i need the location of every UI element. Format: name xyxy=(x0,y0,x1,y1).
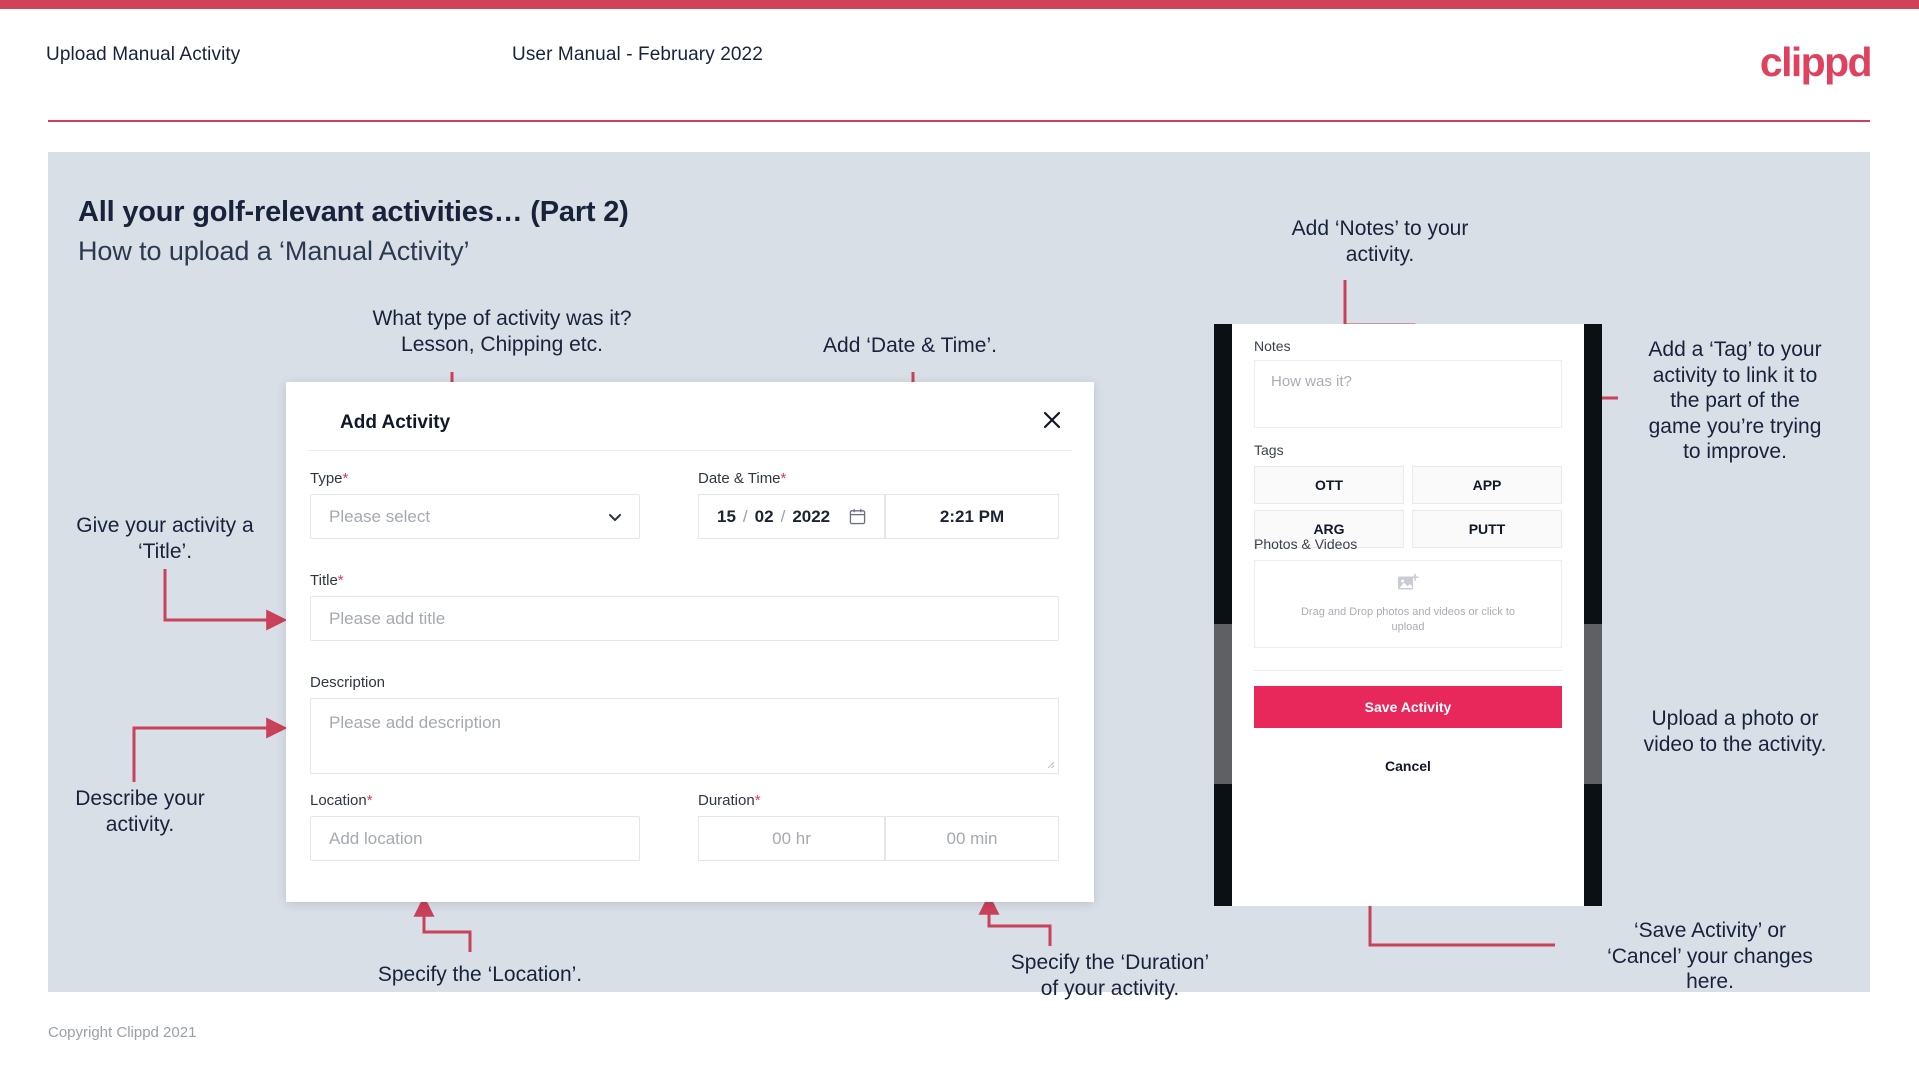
date-day: 15 xyxy=(717,506,736,526)
date-sep-2: / xyxy=(780,506,786,526)
slide-heading: All your golf-relevant activities… (Part… xyxy=(78,196,629,228)
dropzone-text: Drag and Drop photos and videos or click… xyxy=(1300,606,1515,633)
description-label-text: Description xyxy=(310,674,386,691)
title-label-text: Title xyxy=(310,572,338,589)
annotation-duration: Specify the ‘Duration’ of your activity. xyxy=(1010,951,1210,1000)
notes-placeholder: How was it? xyxy=(1271,373,1352,390)
date-input[interactable]: 15 / 02 / 2022 xyxy=(698,494,885,539)
photos-videos-label: Photos & Videos xyxy=(1254,536,1358,552)
clippd-logo: clippd xyxy=(1759,39,1873,85)
time-input[interactable]: 2:21 PM xyxy=(885,494,1059,539)
duration-label: Duration* xyxy=(698,792,761,809)
annotation-description: Describe your activity. xyxy=(75,787,205,836)
calendar-icon[interactable] xyxy=(849,508,866,525)
phone-screen: Notes How was it? Tags OTT APP ARG PUTT … xyxy=(1232,324,1584,906)
duration-required-mark: * xyxy=(754,792,761,809)
cancel-button[interactable]: Cancel xyxy=(1254,752,1562,780)
title-input[interactable]: Please add title xyxy=(310,596,1059,641)
add-activity-dialog: Add Activity Type* Please select Date & … xyxy=(286,382,1094,902)
phone-bezel-left-lower xyxy=(1214,784,1232,906)
annotation-location: Specify the ‘Location’. xyxy=(377,963,583,986)
annotation-datetime: Add ‘Date & Time’. xyxy=(823,334,997,357)
title-label: Title* xyxy=(310,572,344,589)
save-activity-button[interactable]: Save Activity xyxy=(1254,686,1562,728)
type-select[interactable]: Please select xyxy=(310,494,640,539)
date-year: 2022 xyxy=(792,506,831,526)
duration-hours-input[interactable]: 00 hr xyxy=(698,816,885,861)
location-label-text: Location xyxy=(310,792,367,809)
description-textarea[interactable]: Please add description xyxy=(310,698,1059,774)
tag-app[interactable]: APP xyxy=(1412,466,1562,504)
annotation-notes: Add ‘Notes’ to your activity. xyxy=(1291,217,1469,266)
title-placeholder: Please add title xyxy=(329,608,446,628)
title-required-mark: * xyxy=(337,572,344,589)
close-icon[interactable] xyxy=(1034,402,1070,438)
resize-handle-icon[interactable] xyxy=(1045,759,1055,771)
annotation-title: Give your activity a ‘Title’. xyxy=(76,514,254,563)
tag-ott[interactable]: OTT xyxy=(1254,466,1404,504)
page-title: Upload Manual Activity xyxy=(46,44,241,65)
phone-mockup: Notes How was it? Tags OTT APP ARG PUTT … xyxy=(1214,324,1602,906)
slide-root: Upload Manual Activity User Manual - Feb… xyxy=(0,0,1919,1079)
dialog-title: Add Activity xyxy=(340,412,451,433)
phone-divider xyxy=(1254,670,1562,671)
description-placeholder: Please add description xyxy=(329,713,502,732)
location-placeholder: Add location xyxy=(329,828,423,848)
type-label: Type* xyxy=(310,470,348,487)
annotation-tags: Add a ‘Tag’ to your activity to link it … xyxy=(1648,338,1822,464)
tags-label: Tags xyxy=(1254,442,1284,458)
phone-volume-button-left xyxy=(1214,624,1232,784)
type-placeholder: Please select xyxy=(329,506,431,526)
phone-bezel-right-lower xyxy=(1584,784,1602,906)
footer-copyright: Copyright Clippd 2021 xyxy=(48,1024,197,1041)
phone-power-button-right xyxy=(1584,624,1602,784)
location-input[interactable]: Add location xyxy=(310,816,640,861)
annotation-upload: Upload a photo or video to the activity. xyxy=(1643,707,1827,756)
datetime-label: Date & Time* xyxy=(698,470,786,487)
notes-input[interactable]: How was it? xyxy=(1254,360,1562,428)
notes-label: Notes xyxy=(1254,338,1291,354)
tag-putt[interactable]: PUTT xyxy=(1412,510,1562,548)
annotation-save-cancel: ‘Save Activity’ or ‘Cancel’ your changes… xyxy=(1607,919,1813,994)
page-subtitle: User Manual - February 2022 xyxy=(512,44,763,65)
header-divider xyxy=(48,120,1870,122)
type-required-mark: * xyxy=(342,470,349,487)
photo-video-dropzone[interactable]: Drag and Drop photos and videos or click… xyxy=(1254,560,1562,648)
add-image-icon xyxy=(1397,573,1419,598)
date-month: 02 xyxy=(754,506,774,526)
date-sep-1: / xyxy=(742,506,748,526)
top-accent-bar xyxy=(0,0,1919,9)
location-required-mark: * xyxy=(366,792,373,809)
datetime-required-mark: * xyxy=(780,470,787,487)
type-label-text: Type xyxy=(310,470,343,487)
datetime-label-text: Date & Time xyxy=(698,470,781,487)
description-label: Description xyxy=(310,674,385,691)
duration-minutes-input[interactable]: 00 min xyxy=(885,816,1059,861)
duration-label-text: Duration xyxy=(698,792,755,809)
annotation-type: What type of activity was it? Lesson, Ch… xyxy=(372,307,632,356)
slide-subheading: How to upload a ‘Manual Activity’ xyxy=(78,236,470,266)
dialog-divider xyxy=(308,450,1072,451)
location-label: Location* xyxy=(310,792,373,809)
